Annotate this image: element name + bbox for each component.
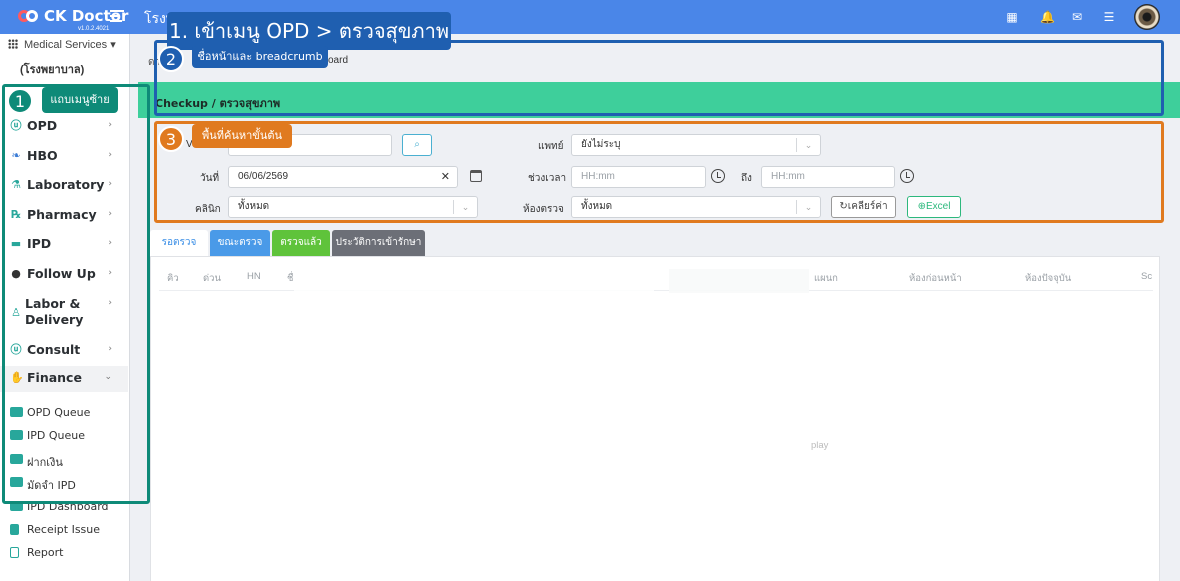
col-name: ชื่ [287,273,294,284]
tab-done[interactable]: ตรวจแล้ว [272,230,330,256]
list-icon[interactable]: ☰ [1102,10,1116,24]
table-header-overlay [294,269,654,293]
table-header-row: คิว ด่วน HN ชื่ แผนก ห้องก่อนหน้า ห้องปั… [159,267,1153,293]
col-department: แผนก [814,273,838,284]
empty-table-text: play [811,440,829,451]
annotation-label-1: แถบเมนูซ้าย [42,87,118,113]
report-icon [10,547,19,558]
sidebar-sub-report[interactable]: Report [0,544,128,564]
annotation-number-1: 1 [7,88,33,114]
receipt-icon [10,524,19,535]
col-current-room: ห้องปัจจุบัน [1025,273,1072,284]
col-queue: คิว [167,273,179,284]
annotation-title: 1. เข้าเมนู OPD > ตรวจสุขภาพ [167,12,451,50]
module-selector[interactable]: Medical Services ▾ [8,38,116,51]
col-previous-room: ห้องก่อนหน้า [909,273,962,284]
app-version: v1.0.2.4021 [78,26,110,32]
hospital-short-name: (โรงพยาบาล) [20,64,85,76]
annotation-box-filters [154,121,1164,223]
mail-icon[interactable]: ✉ [1070,10,1084,24]
bell-icon[interactable]: 🔔 [1040,10,1055,24]
sidebar-sub-receipt-issue[interactable]: Receipt Issue [0,521,128,541]
user-avatar[interactable] [1134,4,1160,30]
annotation-box-sidebar [2,84,150,504]
annotation-number-2: 2 [158,46,184,72]
col-sc: Sc [1141,271,1153,282]
tab-history[interactable]: ประวัติการเข้ารักษา [332,230,425,256]
annotation-label-3: พื้นที่ค้นหาขั้นต้น [192,124,292,148]
col-hn: HN [247,271,261,282]
annotation-label-2: ชื่อหน้าและ breadcrumb [192,46,328,68]
table-header-overlay [669,269,809,293]
main-content: ดา oard Checkup / ตรวจสุขภาพ V ⌕ แพทย์ ย… [138,34,1180,581]
grid-icon[interactable]: ▦ [1005,10,1019,24]
annotation-number-3: 3 [158,126,184,152]
apps-grid-icon [8,39,18,49]
ck-logo-icon [18,8,40,26]
col-urgent: ด่วน [203,273,221,284]
queue-table: คิว ด่วน HN ชื่ แผนก ห้องก่อนหน้า ห้องปั… [150,256,1160,581]
hamburger-menu-icon[interactable] [110,10,124,24]
tab-examining[interactable]: ขณะตรวจ [210,230,270,256]
tab-waiting[interactable]: รอตรวจ [150,230,208,256]
